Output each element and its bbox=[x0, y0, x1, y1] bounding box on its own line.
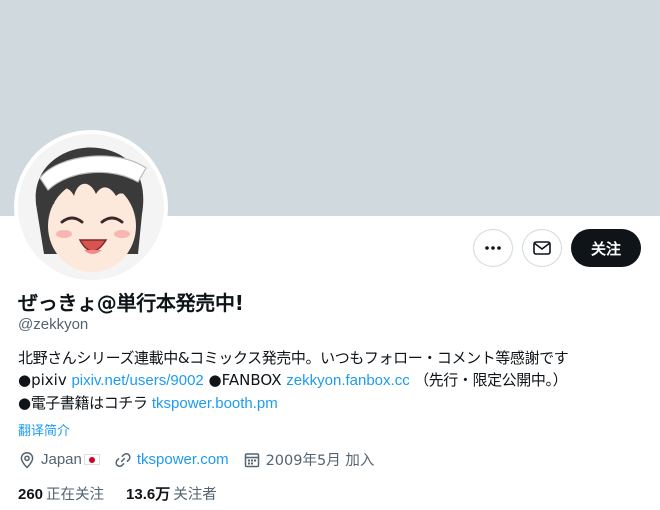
following-count: 260 bbox=[18, 486, 44, 503]
joined-item: 2009年5月 加入 bbox=[243, 449, 375, 470]
mail-icon bbox=[533, 241, 551, 255]
followers-label: 关注者 bbox=[173, 487, 217, 503]
follow-button[interactable]: 关注 bbox=[570, 229, 641, 267]
website-link[interactable]: tkspower.com bbox=[137, 451, 229, 468]
more-icon bbox=[485, 246, 501, 250]
location-icon bbox=[20, 451, 34, 468]
more-button[interactable] bbox=[472, 229, 513, 267]
profile-meta: Japan tkspower.com 2009年5月 加入 bbox=[18, 449, 388, 470]
location-item: Japan bbox=[18, 451, 100, 469]
avatar-illustration bbox=[18, 134, 164, 280]
pixiv-link[interactable]: pixiv.net/users/9002 bbox=[71, 372, 203, 389]
message-button[interactable] bbox=[521, 229, 562, 267]
fanbox-note: （先行・限定公開中。） bbox=[409, 371, 568, 389]
pixiv-label: ●pixiv bbox=[18, 371, 72, 389]
follow-stats: 260 正在关注 13.6万 关注者 bbox=[18, 483, 239, 504]
following-stat[interactable]: 260 正在关注 bbox=[18, 483, 104, 504]
location-text: Japan bbox=[41, 451, 82, 468]
ebook-link[interactable]: tkspower.booth.pm bbox=[152, 395, 278, 412]
followers-count: 13.6万 bbox=[126, 486, 171, 503]
link-icon bbox=[115, 452, 131, 467]
ebook-label: ●電子書籍はコチラ bbox=[18, 394, 152, 412]
bio-text: 北野さんシリーズ連載中&コミックス発売中。いつもフォロー・コメント等感謝です bbox=[18, 349, 569, 367]
calendar-icon bbox=[244, 452, 259, 467]
followers-stat[interactable]: 13.6万 关注者 bbox=[126, 483, 217, 504]
fanbox-label: ●FANBOX bbox=[203, 371, 287, 389]
bio-line-3: ●電子書籍はコチラ tkspower.booth.pm bbox=[18, 392, 648, 415]
translate-bio-link[interactable]: 翻译简介 bbox=[18, 420, 70, 439]
bio-line-2: ●pixiv pixiv.net/users/9002 ●FANBOX zekk… bbox=[18, 369, 648, 392]
avatar[interactable] bbox=[14, 130, 168, 284]
japan-flag-icon bbox=[83, 454, 100, 465]
user-handle: @zekkyon bbox=[18, 316, 89, 333]
website-item: tkspower.com bbox=[114, 451, 229, 469]
following-label: 正在关注 bbox=[46, 487, 105, 503]
bio-line-1: 北野さんシリーズ連載中&コミックス発売中。いつもフォロー・コメント等感謝です bbox=[18, 347, 648, 369]
fanbox-link[interactable]: zekkyon.fanbox.cc bbox=[286, 372, 409, 389]
profile-bio: 北野さんシリーズ連載中&コミックス発売中。いつもフォロー・コメント等感謝です ●… bbox=[18, 347, 648, 415]
joined-date: 2009年5月 加入 bbox=[265, 453, 375, 469]
profile-actions: 关注 bbox=[472, 229, 641, 267]
display-name: ぜっきょ@単行本発売中! bbox=[18, 291, 244, 315]
